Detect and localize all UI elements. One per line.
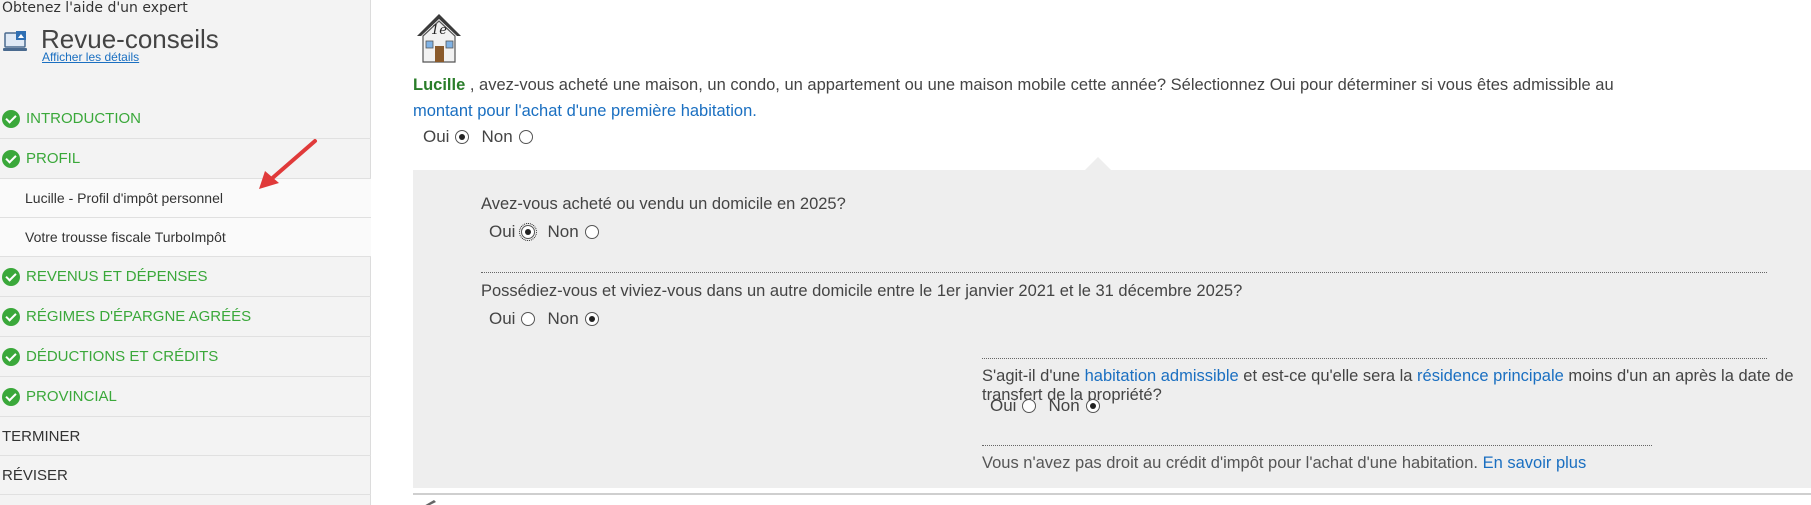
q1-yes-radio[interactable]: [455, 130, 470, 144]
first-home-question: Lucille , avez-vous acheté une maison, u…: [413, 72, 1793, 124]
taxpayer-name: Lucille: [413, 76, 466, 94]
sidebar-item-label: REVENUS ET DÉPENSES: [26, 268, 208, 285]
q2-no-label: Non: [547, 222, 579, 241]
sidebar-item-label: DÉDUCTIONS ET CRÉDITS: [26, 348, 219, 365]
sidebar-item-label: RÉGIMES D'ÉPARGNE AGRÉÉS: [26, 308, 252, 325]
divider: [982, 358, 1767, 359]
first-home-amount-link[interactable]: montant pour l'achat d'une première habi…: [413, 102, 752, 120]
panel-notch: [1083, 157, 1113, 172]
q1-no-label: Non: [481, 127, 513, 146]
sidebar-nav: INTRODUCTION PROFIL Lucille - Profil d'i…: [0, 99, 371, 495]
sidebar-item-label: Lucille - Profil d'impôt personnel: [25, 190, 223, 206]
q2-text: Avez-vous acheté ou vendu un domicile en…: [481, 195, 846, 213]
check-circle-icon: [2, 348, 20, 366]
sidebar-item-label: Votre trousse fiscale TurboImpôt: [25, 229, 226, 245]
q2-yes-radio[interactable]: [519, 223, 538, 241]
ineligibility-note: Vous n'avez pas droit au crédit d'impôt …: [982, 454, 1586, 473]
q2-radio-group: Oui Non: [489, 222, 605, 242]
follow-up-panel: Avez-vous acheté ou vendu un domicile en…: [413, 157, 1811, 488]
sidebar-item-introduction[interactable]: INTRODUCTION: [0, 99, 371, 139]
check-circle-icon: [2, 150, 20, 168]
q3-no-label: Non: [547, 309, 579, 328]
sidebar-item-label: INTRODUCTION: [26, 110, 141, 127]
sidebar-item-label: RÉVISER: [2, 466, 68, 484]
principal-residence-link[interactable]: résidence principale: [1417, 367, 1564, 385]
q4-text: S'agit-il d'une habitation admissible et…: [982, 367, 1811, 405]
q2-yes-label: Oui: [489, 222, 516, 241]
q1-radio-group: Oui Non: [423, 127, 539, 147]
sidebar-item-finish[interactable]: TERMINER: [0, 417, 371, 456]
show-details-link[interactable]: Afficher les détails: [42, 50, 139, 64]
sidebar-item-label: PROFIL: [26, 150, 81, 167]
q4-yes-label: Oui: [990, 396, 1017, 415]
sidebar-subitem-tax-kit[interactable]: Votre trousse fiscale TurboImpôt: [0, 218, 371, 257]
check-circle-icon: [2, 388, 20, 406]
q3-yes-label: Oui: [489, 309, 516, 328]
q4-mid-text: et est-ce qu'elle sera la: [1238, 367, 1418, 385]
q4-yes-radio[interactable]: [1022, 399, 1037, 413]
main-content: 1e Lucille , avez-vous acheté une maison…: [371, 0, 1811, 505]
q2-no-radio[interactable]: [584, 225, 599, 239]
question-text: , avez-vous acheté une maison, un condo,…: [465, 76, 1614, 94]
sidebar-item-income-expenses[interactable]: REVENUS ET DÉPENSES: [0, 257, 371, 297]
sidebar-item-review[interactable]: RÉVISER: [0, 456, 371, 495]
q3-radio-group: Oui Non: [489, 309, 605, 329]
sidebar-item-profil[interactable]: PROFIL: [0, 139, 371, 179]
check-circle-icon: [2, 110, 20, 128]
check-circle-icon: [2, 268, 20, 286]
expert-help-label: Obtenez l'aide d'un expert: [2, 0, 188, 16]
sidebar-item-provincial[interactable]: PROVINCIAL: [0, 377, 371, 417]
divider: [481, 272, 1767, 273]
sidebar-subitem-personal-profile[interactable]: Lucille - Profil d'impôt personnel: [0, 179, 371, 218]
sidebar: Obtenez l'aide d'un expert Revue-conseil…: [0, 0, 371, 505]
q4-radio-group: Oui Non: [990, 396, 1106, 416]
sidebar-item-deductions-credits[interactable]: DÉDUCTIONS ET CRÉDITS: [0, 337, 371, 377]
q1-yes-label: Oui: [423, 127, 450, 146]
q1-no-radio[interactable]: [518, 130, 533, 144]
q4-no-radio[interactable]: [1085, 399, 1100, 413]
ineligibility-text: Vous n'avez pas droit au crédit d'impôt …: [982, 454, 1483, 472]
pencil-icon: [425, 500, 436, 505]
eligible-dwelling-link[interactable]: habitation admissible: [1085, 367, 1239, 385]
divider: [982, 445, 1652, 446]
first-home-house-icon: 1e: [417, 14, 461, 63]
sidebar-item-label: PROVINCIAL: [26, 388, 117, 405]
section-divider: [413, 493, 1811, 495]
house-badge-text: 1e: [431, 23, 447, 38]
review-monitor-icon: [3, 31, 27, 51]
q4-pre-text: S'agit-il d'une: [982, 367, 1085, 385]
sidebar-item-savings-plans[interactable]: RÉGIMES D'ÉPARGNE AGRÉÉS: [0, 297, 371, 337]
q3-no-radio[interactable]: [584, 312, 599, 326]
learn-more-link[interactable]: En savoir plus: [1483, 454, 1587, 472]
q3-text: Possédiez-vous et viviez-vous dans un au…: [481, 282, 1243, 300]
check-circle-icon: [2, 308, 20, 326]
review-advice-block: Revue-conseils Afficher les détails: [2, 22, 362, 72]
q4-no-label: Non: [1048, 396, 1080, 415]
q3-yes-radio[interactable]: [521, 312, 536, 326]
question-end-punctuation: .: [752, 102, 757, 120]
sidebar-item-label: TERMINER: [2, 427, 81, 445]
